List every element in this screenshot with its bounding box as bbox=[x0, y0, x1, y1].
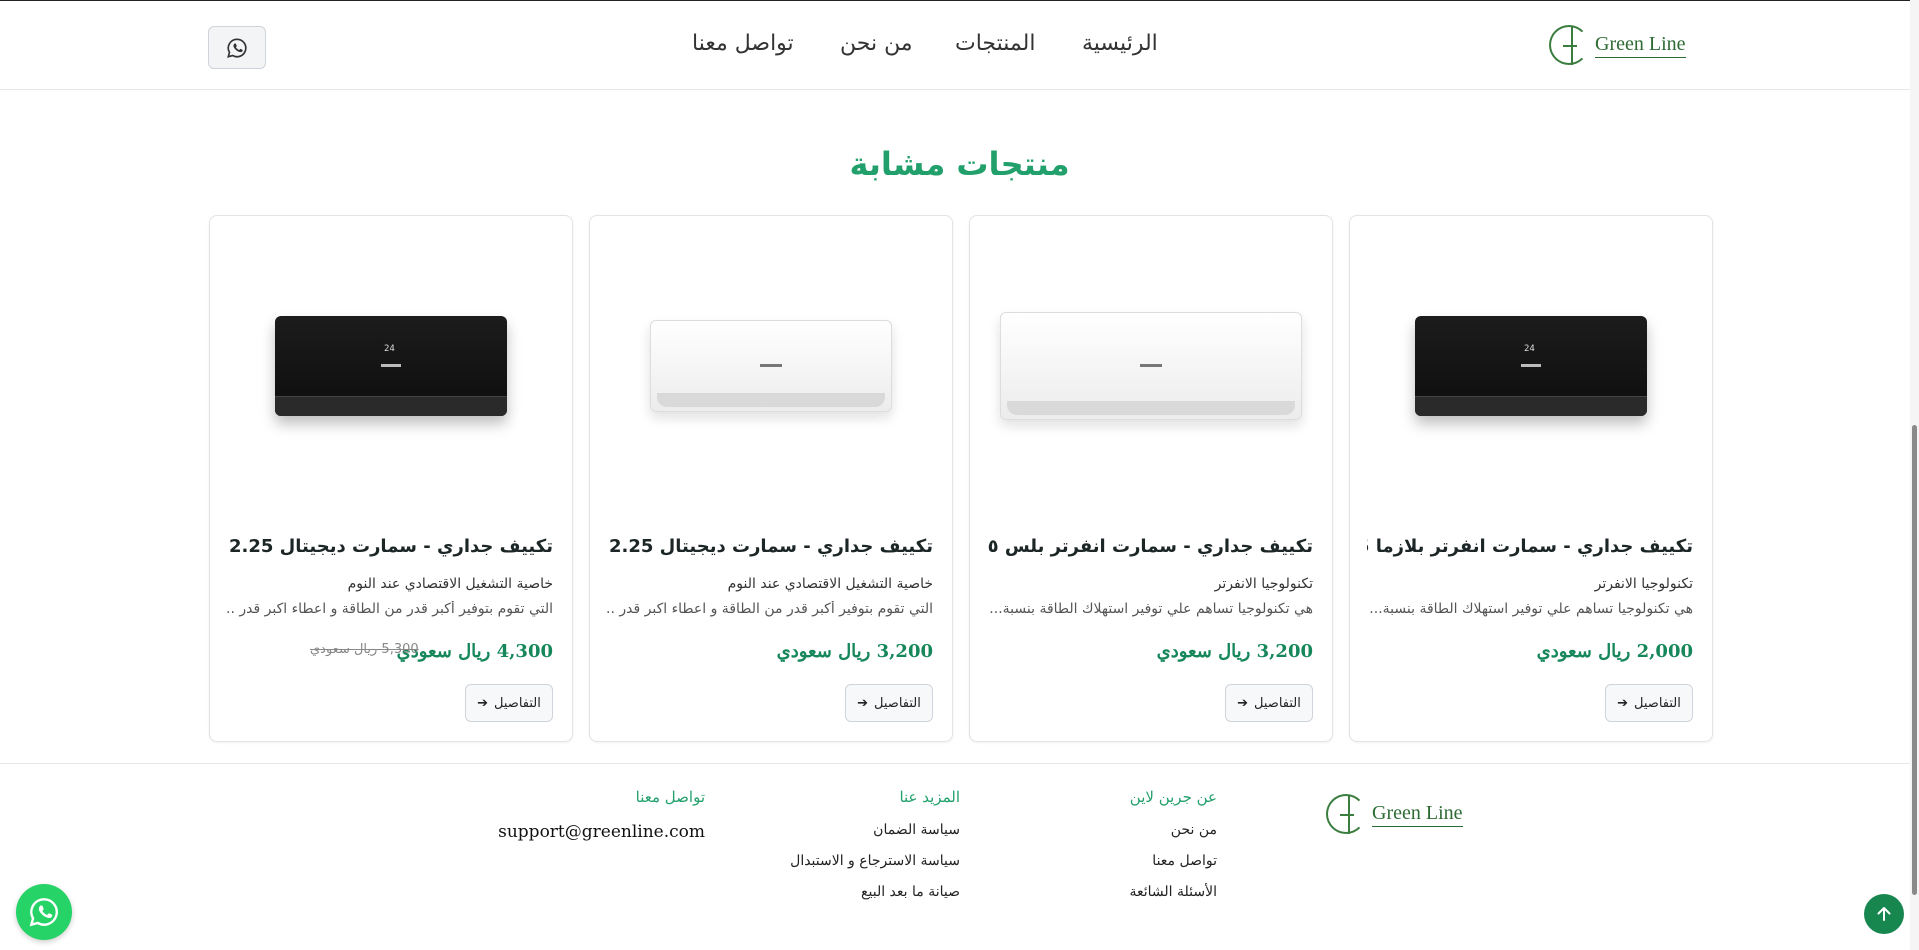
product-description: التي تقوم بتوفير أكبر قدر من الطاقة و اع… bbox=[607, 601, 933, 617]
footer-link-contact[interactable]: تواصل معنا bbox=[1130, 853, 1217, 869]
footer-about-column: عن جرين لاين من نحن تواصل معنا الأسئلة ا… bbox=[1130, 788, 1218, 915]
footer-about-heading: عن جرين لاين bbox=[1129, 788, 1217, 806]
footer-contact-heading: تواصل معنا bbox=[635, 788, 705, 806]
page-scrollbar[interactable] bbox=[1910, 0, 1919, 950]
footer-link-faq[interactable]: الأسئلة الشائعة bbox=[1130, 884, 1218, 900]
whatsapp-icon bbox=[227, 37, 247, 58]
logo-text: Green Line bbox=[1595, 33, 1686, 58]
header-logo[interactable]: Green Line bbox=[1549, 23, 1686, 67]
details-button[interactable]: التفاصيل ➔ bbox=[465, 684, 553, 722]
product-price: 3,200 ريال سعودي bbox=[776, 641, 933, 662]
details-label: التفاصيل bbox=[874, 695, 921, 711]
arrow-right-icon: ➔ bbox=[477, 695, 489, 711]
white-ac-unit-image bbox=[650, 320, 892, 412]
footer-link-returns[interactable]: سياسة الاسترجاع و الاستبدال bbox=[790, 853, 960, 869]
footer-link-warranty[interactable]: سياسة الضمان bbox=[790, 822, 960, 838]
footer-contact-column: تواصل معنا support@greenline.com bbox=[498, 788, 705, 857]
nav-about[interactable]: من نحن bbox=[840, 31, 913, 56]
product-description: التي تقوم بتوفير أكبر قدر من الطاقة و اع… bbox=[227, 601, 553, 617]
product-price: 4,300 ريال سعودي bbox=[396, 641, 553, 662]
product-image[interactable] bbox=[590, 216, 952, 516]
details-label: التفاصيل bbox=[1254, 695, 1301, 711]
product-feature: تكنولوجيا الانفرتر bbox=[1594, 576, 1693, 592]
arrow-right-icon: ➔ bbox=[857, 695, 869, 711]
product-feature: خاصية التشغيل الاقتصادي عند النوم bbox=[727, 576, 933, 592]
product-card[interactable]: تكييف جداري - سمارت ديجيتال 2.25 حصا... … bbox=[589, 215, 953, 742]
footer-more-heading: المزيد عنا bbox=[899, 788, 960, 806]
footer-logo[interactable]: Green Line bbox=[1326, 792, 1463, 836]
site-footer: Green Line عن جرين لاين من نحن تواصل معن… bbox=[0, 763, 1919, 950]
nav-contact[interactable]: تواصل معنا bbox=[692, 31, 794, 56]
product-card[interactable]: تكييف جداري - سمارت انفرتر بلس ١.٥ حصا..… bbox=[969, 215, 1333, 742]
product-image[interactable]: 24 bbox=[1350, 216, 1712, 516]
logo-mark-icon bbox=[1326, 792, 1370, 836]
whatsapp-icon bbox=[29, 898, 58, 927]
scrollbar-thumb[interactable] bbox=[1912, 425, 1917, 895]
dark-ac-unit-image: 24 bbox=[1415, 316, 1647, 416]
details-button[interactable]: التفاصيل ➔ bbox=[1225, 684, 1313, 722]
product-title[interactable]: تكييف جداري - سمارت ديجيتال 2.25 حصا... bbox=[227, 536, 553, 557]
site-header: Green Line الرئيسية المنتجات من نحن تواص… bbox=[0, 1, 1919, 90]
product-feature: خاصية التشغيل الاقتصادي عند النوم bbox=[347, 576, 553, 592]
product-price: 3,200 ريال سعودي bbox=[1156, 641, 1313, 662]
product-description: هي تكنولوجيا تساهم علي توفير استهلاك الط… bbox=[989, 601, 1313, 617]
header-whatsapp-button[interactable] bbox=[208, 26, 266, 69]
white-ac-unit-image bbox=[1000, 312, 1302, 420]
product-feature: تكنولوجيا الانفرتر bbox=[1214, 576, 1313, 592]
product-title[interactable]: تكييف جداري - سمارت انفرتر بلس ١.٥ حصا..… bbox=[987, 536, 1313, 557]
product-old-price: 5,300 ريال سعودي bbox=[310, 642, 419, 657]
arrow-right-icon: ➔ bbox=[1617, 695, 1629, 711]
details-label: التفاصيل bbox=[494, 695, 541, 711]
arrow-up-icon bbox=[1877, 907, 1891, 921]
product-card[interactable]: 24 تكييف جداري - سمارت انفرتر بلازما 1.5… bbox=[1349, 215, 1713, 742]
product-title[interactable]: تكييف جداري - سمارت انفرتر بلازما 1.5... bbox=[1367, 536, 1693, 557]
scroll-to-top-button[interactable] bbox=[1864, 894, 1904, 934]
details-label: التفاصيل bbox=[1634, 695, 1681, 711]
product-price: 2,000 ريال سعودي bbox=[1536, 641, 1693, 662]
arrow-right-icon: ➔ bbox=[1237, 695, 1249, 711]
footer-more-column: المزيد عنا سياسة الضمان سياسة الاسترجاع … bbox=[790, 788, 960, 915]
details-button[interactable]: التفاصيل ➔ bbox=[1605, 684, 1693, 722]
details-button[interactable]: التفاصيل ➔ bbox=[845, 684, 933, 722]
similar-products-title: منتجات مشابة bbox=[849, 145, 1070, 183]
logo-text: Green Line bbox=[1372, 802, 1463, 827]
nav-products[interactable]: المنتجات bbox=[955, 31, 1035, 56]
footer-link-about[interactable]: من نحن bbox=[1130, 822, 1217, 838]
nav-home[interactable]: الرئيسية bbox=[1082, 31, 1158, 56]
footer-email-link[interactable]: support@greenline.com bbox=[498, 822, 705, 842]
dark-ac-unit-image: 24 bbox=[275, 316, 507, 416]
product-title[interactable]: تكييف جداري - سمارت ديجيتال 2.25 حصا... bbox=[607, 536, 933, 557]
product-image[interactable]: 24 bbox=[210, 216, 572, 516]
footer-link-maintenance[interactable]: صيانة ما بعد البيع bbox=[790, 884, 960, 900]
floating-whatsapp-button[interactable] bbox=[16, 884, 72, 940]
logo-mark-icon bbox=[1549, 23, 1593, 67]
product-card[interactable]: 24 تكييف جداري - سمارت ديجيتال 2.25 حصا.… bbox=[209, 215, 573, 742]
product-description: هي تكنولوجيا تساهم علي توفير استهلاك الط… bbox=[1369, 601, 1693, 617]
product-image[interactable] bbox=[970, 216, 1332, 516]
